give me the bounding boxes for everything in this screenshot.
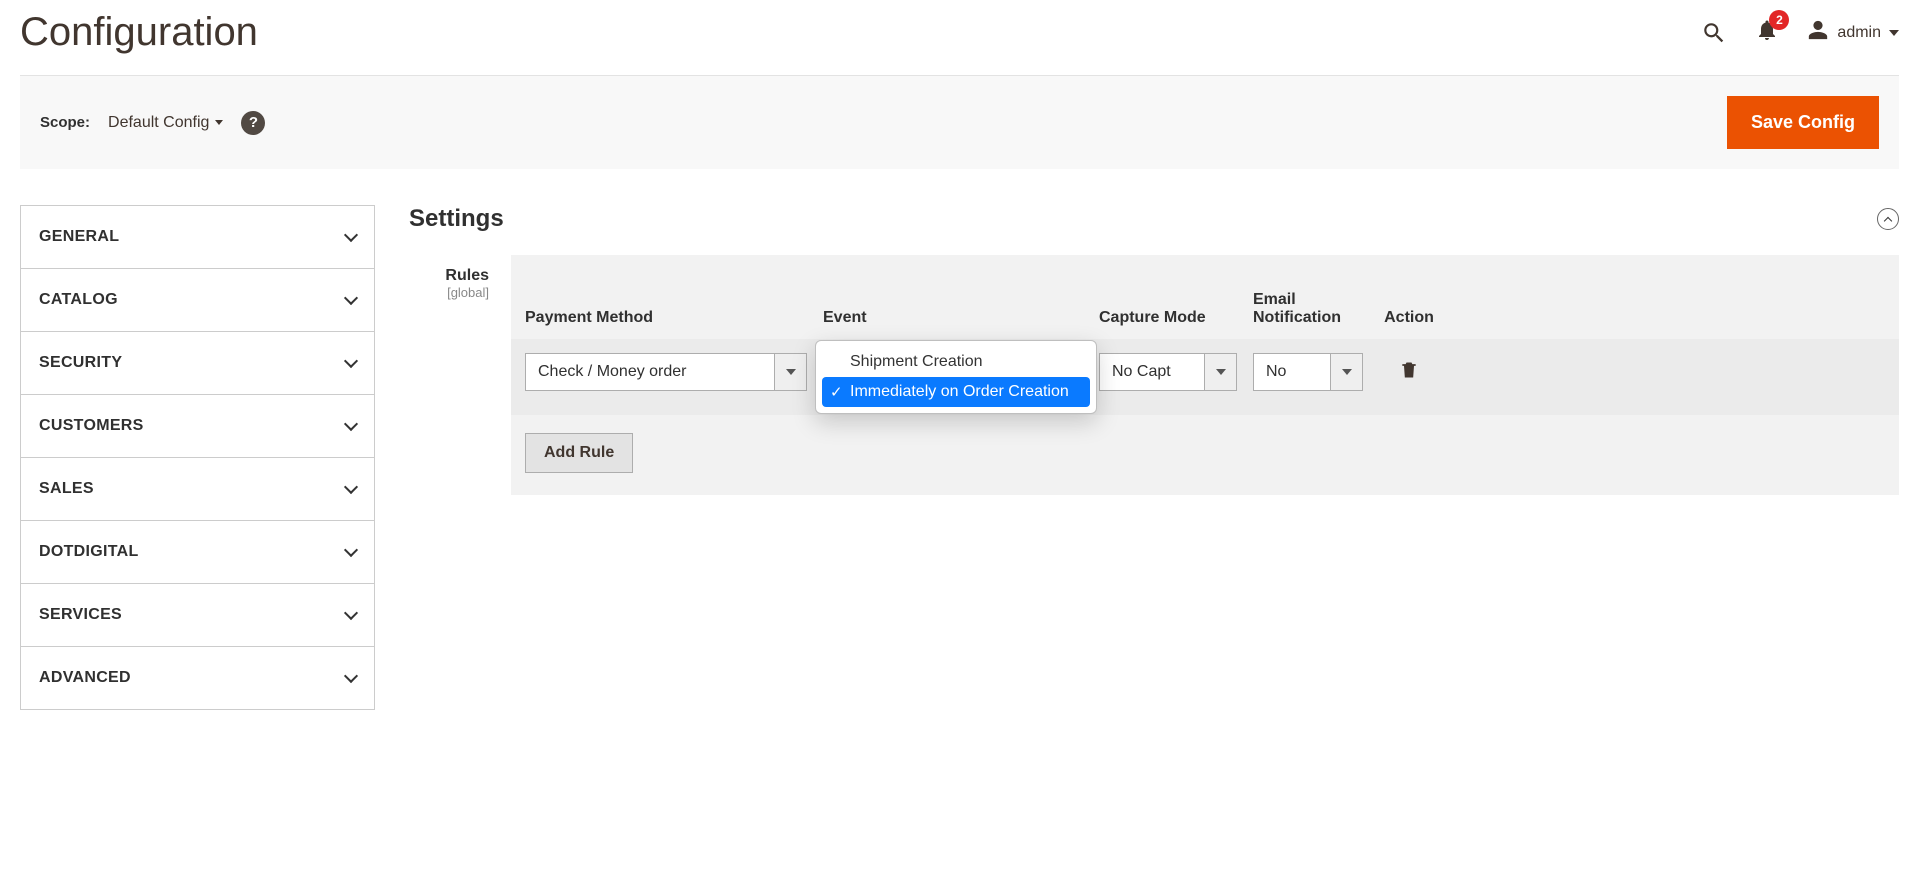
sidebar-item-security[interactable]: SECURITY [21,332,374,395]
scope-area: Scope: Default Config ? [40,111,265,135]
rules-header-row: Payment Method Event Capture Mode Email … [511,255,1899,339]
select-value: No Capt [1100,354,1204,390]
config-sidebar: GENERAL CATALOG SECURITY CUSTOMERS SALES… [20,205,375,710]
rules-table: Payment Method Event Capture Mode Email … [511,255,1899,495]
sidebar-item-label: SERVICES [39,606,122,624]
triangle-down-icon [1216,369,1226,375]
username-label: admin [1837,24,1881,42]
user-icon [1807,19,1829,46]
triangle-down-icon [786,369,796,375]
event-option-shipment-creation[interactable]: Shipment Creation [822,347,1090,377]
sidebar-item-label: DOTDIGITAL [39,543,139,561]
scope-label: Scope: [40,114,90,131]
sidebar-item-advanced[interactable]: ADVANCED [21,647,374,709]
rules-field: Rules [global] Payment Method Event Capt… [409,255,1899,495]
chevron-down-icon [344,606,358,620]
save-config-button[interactable]: Save Config [1727,96,1879,149]
col-capture-mode: Capture Mode [1099,309,1237,327]
sidebar-item-catalog[interactable]: CATALOG [21,269,374,332]
caret-down-icon [1889,30,1899,36]
chevron-down-icon [344,543,358,557]
chevron-down-icon [344,291,358,305]
notifications-badge: 2 [1769,10,1789,30]
sidebar-item-services[interactable]: SERVICES [21,584,374,647]
chevron-down-icon [344,669,358,683]
select-arrow [774,354,806,390]
sidebar-item-dotdigital[interactable]: DOTDIGITAL [21,521,374,584]
main-panel: Settings Rules [global] Payment Method E… [409,205,1899,710]
sidebar-item-label: GENERAL [39,228,119,246]
chevron-down-icon [344,417,358,431]
triangle-down-icon [1342,369,1352,375]
page-title: Configuration [20,10,258,55]
rules-label-block: Rules [global] [409,255,489,495]
col-email-notification: Email Notification [1253,291,1363,327]
chevron-down-icon [344,228,358,242]
rules-scope-hint: [global] [409,285,489,300]
rules-data-row: Check / Money order Shipment Creation Im… [511,339,1899,415]
col-action: Action [1379,309,1439,327]
sidebar-item-label: SECURITY [39,354,122,372]
section-title: Settings [409,205,504,233]
collapse-section-button[interactable] [1877,208,1899,230]
col-payment-method: Payment Method [525,309,807,327]
add-rule-button[interactable]: Add Rule [525,433,633,473]
caret-down-icon [215,120,223,125]
sidebar-item-label: SALES [39,480,94,498]
header-actions: 2 admin [1701,18,1899,47]
sidebar-item-general[interactable]: GENERAL [21,206,374,269]
scope-value: Default Config [108,114,209,132]
sidebar-item-label: CATALOG [39,291,118,309]
capture-mode-select[interactable]: No Capt [1099,353,1237,391]
select-arrow [1330,354,1362,390]
delete-rule-button[interactable] [1399,360,1419,385]
sidebar-item-label: CUSTOMERS [39,417,144,435]
select-value: Check / Money order [526,354,774,390]
rules-footer: Add Rule [511,415,1899,495]
section-header: Settings [409,205,1899,255]
notifications-button[interactable]: 2 [1755,18,1779,47]
select-value: No [1254,354,1330,390]
rules-label: Rules [409,267,489,285]
chevron-down-icon [344,354,358,368]
email-notification-select[interactable]: No [1253,353,1363,391]
select-arrow [1204,354,1236,390]
sidebar-item-sales[interactable]: SALES [21,458,374,521]
search-icon[interactable] [1701,20,1727,46]
help-icon[interactable]: ? [241,111,265,135]
payment-method-select[interactable]: Check / Money order [525,353,807,391]
event-option-immediately-on-order-creation[interactable]: Immediately on Order Creation [822,377,1090,407]
sidebar-item-customers[interactable]: CUSTOMERS [21,395,374,458]
toolbar: Scope: Default Config ? Save Config [20,75,1899,169]
user-menu[interactable]: admin [1807,19,1899,46]
chevron-up-icon [1884,216,1892,224]
scope-select[interactable]: Default Config [108,114,223,132]
col-event: Event [823,309,1083,327]
event-dropdown: Shipment Creation Immediately on Order C… [815,340,1097,414]
sidebar-item-label: ADVANCED [39,669,131,687]
chevron-down-icon [344,480,358,494]
